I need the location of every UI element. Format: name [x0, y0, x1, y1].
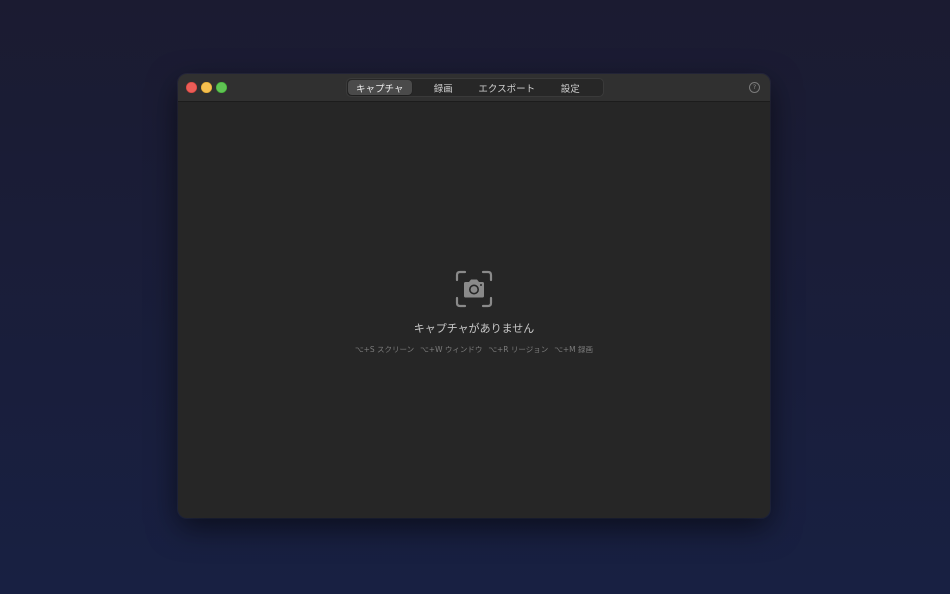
shortcut-record: ⌥+M 録画 [554, 345, 594, 354]
shortcut-region: ⌥+R リージョン [488, 345, 549, 354]
empty-state: キャプチャがありません ⌥+S スクリーン ⌥+W ウィンドウ ⌥+R リージョ… [178, 270, 770, 355]
camera-viewfinder-icon [455, 270, 493, 308]
help-button[interactable]: ? [749, 82, 760, 93]
tab-export[interactable]: エクスポート [475, 80, 539, 95]
tab-settings[interactable]: 設定 [539, 80, 603, 95]
tab-capture[interactable]: キャプチャ [348, 80, 412, 95]
tab-recording[interactable]: 録画 [412, 80, 476, 95]
title-bar: キャプチャ 録画 エクスポート 設定 ? [178, 74, 770, 102]
shortcut-screen: ⌥+S スクリーン [354, 345, 415, 354]
zoom-button[interactable] [216, 82, 227, 93]
close-button[interactable] [186, 82, 197, 93]
tab-bar: キャプチャ 録画 エクスポート 設定 [346, 78, 604, 97]
minimize-button[interactable] [201, 82, 212, 93]
shortcut-hints: ⌥+S スクリーン ⌥+W ウィンドウ ⌥+R リージョン ⌥+M 録画 [178, 344, 770, 355]
empty-title: キャプチャがありません [413, 322, 535, 335]
shortcut-window: ⌥+W ウィンドウ [420, 345, 483, 354]
app-window: キャプチャ 録画 エクスポート 設定 ? キャプチャがありません ⌥+S スクリ… [178, 74, 770, 518]
